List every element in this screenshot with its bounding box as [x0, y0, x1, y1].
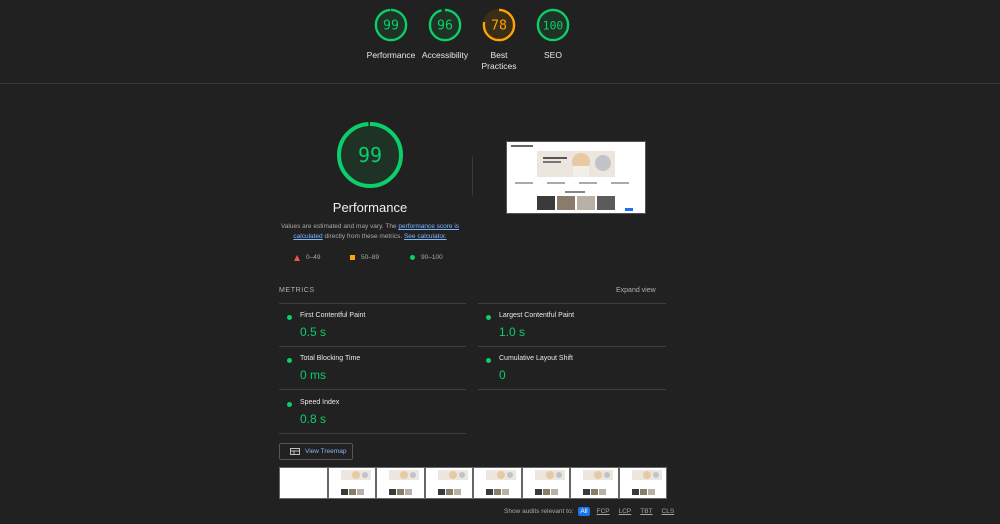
- gauge-label: Best Practices: [481, 50, 517, 71]
- gauge-score: 100: [543, 19, 564, 33]
- filmstrip-frame: [521, 467, 570, 499]
- main-gauge-ring: 99: [337, 122, 403, 188]
- legend-average: 50–89: [350, 254, 379, 261]
- gauge-ring: 99: [374, 8, 408, 42]
- final-screenshot[interactable]: [506, 141, 646, 214]
- divider: [279, 389, 466, 390]
- gauge-score: 96: [437, 19, 453, 34]
- filmstrip-frame: [376, 467, 425, 499]
- legend-pass: 90–100: [410, 254, 443, 261]
- metrics-header: METRICS: [279, 287, 315, 294]
- treemap-icon: [290, 448, 300, 455]
- filter-chip-lcp[interactable]: LCP: [617, 507, 634, 516]
- gauge-seo[interactable]: 100 SEO: [518, 8, 588, 61]
- performance-title: Performance: [332, 200, 408, 215]
- legend-fail-label: 0–49: [306, 254, 321, 261]
- gauge-score: 78: [491, 19, 507, 34]
- metric-name: Speed Index: [300, 399, 340, 406]
- metric-value: 0.5 s: [300, 325, 327, 339]
- filmstrip-frame: [279, 467, 328, 499]
- legend-pass-label: 90–100: [421, 254, 443, 261]
- filmstrip-frame: [327, 467, 376, 499]
- square-icon: [350, 255, 355, 260]
- divider: [478, 389, 666, 390]
- filmstrip: [279, 467, 667, 499]
- filter-label: Show audits relevant to:: [504, 508, 574, 515]
- metric-name: Cumulative Layout Shift: [499, 355, 573, 362]
- metric-name: Largest Contentful Paint: [499, 312, 575, 319]
- main-performance-gauge: 99: [320, 120, 420, 190]
- filter-chip-fcp[interactable]: FCP: [595, 507, 612, 516]
- metric-value: 1.0 s: [499, 325, 526, 339]
- gauge-ring: 78: [482, 8, 516, 42]
- divider: [478, 303, 666, 304]
- main-score: 99: [358, 143, 382, 167]
- gauge-label: SEO: [544, 50, 562, 60]
- see-calculator-link[interactable]: See calculator.: [404, 233, 447, 240]
- divider: [472, 156, 473, 196]
- circle-icon: [486, 358, 491, 363]
- circle-icon: [287, 402, 292, 407]
- metric-name: Total Blocking Time: [300, 355, 361, 362]
- circle-icon: [486, 315, 491, 320]
- circle-icon: [287, 315, 292, 320]
- divider: [478, 346, 666, 347]
- filmstrip-frame: [618, 467, 667, 499]
- divider: [279, 346, 466, 347]
- divider: [279, 433, 466, 434]
- desc-text: Values are estimated and may vary. The: [280, 223, 399, 230]
- view-treemap-button[interactable]: View Treemap: [279, 443, 353, 460]
- metric-value: 0: [499, 368, 506, 382]
- audit-filter: Show audits relevant to: All FCP LCP TBT…: [504, 507, 676, 516]
- triangle-icon: [294, 254, 300, 261]
- circle-icon: [287, 358, 292, 363]
- filmstrip-frame: [473, 467, 522, 499]
- expand-view-toggle[interactable]: Expand view: [616, 287, 656, 294]
- legend-fail: 0–49: [294, 254, 320, 261]
- screenshot-image: [507, 142, 645, 213]
- filter-chip-cls[interactable]: CLS: [660, 507, 677, 516]
- filmstrip-frame: [570, 467, 619, 499]
- metric-value: 0 ms: [300, 368, 327, 382]
- filter-chip-all[interactable]: All: [578, 507, 590, 516]
- gauge-ring: 96: [428, 8, 462, 42]
- top-score-bar: 99 Performance 96 Accessibility 78 Best …: [0, 0, 1000, 84]
- performance-description: Values are estimated and may vary. The p…: [270, 222, 470, 242]
- metric-name: First Contentful Paint: [300, 312, 366, 319]
- divider: [279, 303, 466, 304]
- filmstrip-frame: [424, 467, 473, 499]
- legend-average-label: 50–89: [361, 254, 380, 261]
- view-treemap-label: View Treemap: [305, 448, 347, 455]
- gauge-score: 99: [383, 19, 399, 34]
- gauge-ring: 100: [536, 8, 570, 42]
- desc-text: directly from these metrics.: [322, 233, 404, 240]
- filter-chip-tbt[interactable]: TBT: [638, 507, 654, 516]
- circle-icon: [410, 255, 415, 260]
- metric-value: 0.8 s: [300, 412, 327, 426]
